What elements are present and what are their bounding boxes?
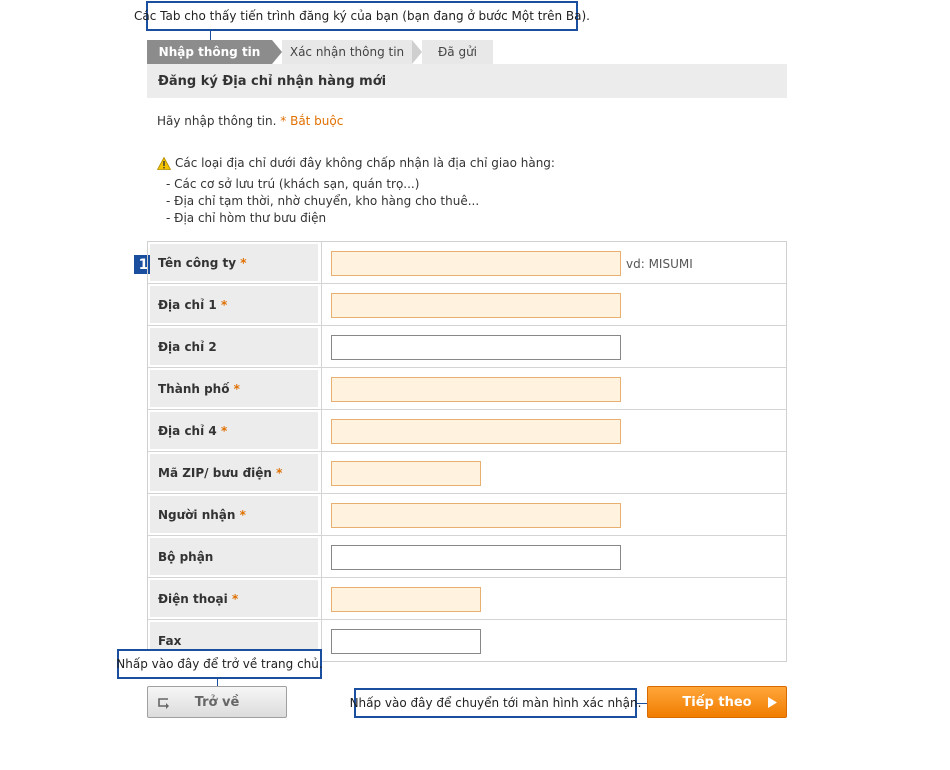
form-row-phone: Điện thoại *: [148, 578, 786, 620]
tabs-hint-callout: Các Tab cho thấy tiến trình đăng ký của …: [134, 1, 590, 31]
return-arrow-icon: [158, 698, 169, 709]
tabs-hint-text: Các Tab cho thấy tiến trình đăng ký của …: [134, 9, 590, 23]
row-divider: [321, 368, 322, 410]
fax-input[interactable]: [331, 629, 481, 654]
step-label: Nhập thông tin: [158, 45, 261, 59]
recipient-label: Người nhận *: [150, 496, 318, 533]
company-example-hint: vd: MISUMI: [626, 257, 693, 271]
row-divider: [321, 284, 322, 326]
row-divider: [321, 326, 322, 368]
address2-input[interactable]: [331, 335, 621, 360]
play-arrow-icon: [768, 697, 777, 708]
intro-text: Hãy nhập thông tin.: [157, 114, 277, 128]
recipient-input[interactable]: [331, 503, 621, 528]
step-arrow: [412, 40, 422, 64]
form-row-company: Tên công ty * vd: MISUMI: [148, 242, 786, 284]
next-hint-text: Nhấp vào đây để chuyển tới màn hình xác …: [349, 696, 642, 710]
step-confirm-info: Xác nhận thông tin: [282, 40, 412, 64]
page-title-text: Đăng ký Địa chỉ nhận hàng mới: [158, 73, 387, 89]
row-divider: [321, 494, 322, 536]
next-button-label: Tiếp theo: [682, 694, 752, 710]
row-divider: [321, 536, 322, 578]
page-title: Đăng ký Địa chỉ nhận hàng mới: [147, 64, 787, 98]
step-label: Đã gửi: [437, 45, 478, 59]
address4-input[interactable]: [331, 419, 621, 444]
address2-label: Địa chỉ 2: [150, 328, 318, 365]
address1-label: Địa chỉ 1 *: [150, 286, 318, 323]
step-sent: Đã gửi: [422, 40, 493, 64]
city-input[interactable]: [331, 377, 621, 402]
back-hint-callout: Nhấp vào đây để trở về trang chủ.: [116, 649, 323, 679]
form-row-address1: Địa chỉ 1 *: [148, 284, 786, 326]
form-row-address2: Địa chỉ 2: [148, 326, 786, 368]
department-label: Bộ phận: [150, 538, 318, 575]
intro-line: Hãy nhập thông tin. * Bắt buộc: [157, 114, 343, 128]
step-enter-info: Nhập thông tin: [147, 40, 272, 64]
notice-heading: Các loại địa chỉ dưới đây không chấp nhậ…: [175, 156, 555, 170]
required-note: * Bắt buộc: [280, 114, 344, 128]
city-label: Thành phố *: [150, 370, 318, 407]
form-row-city: Thành phố *: [148, 368, 786, 410]
phone-input[interactable]: [331, 587, 481, 612]
warning-icon: [157, 157, 171, 170]
address4-label: Địa chỉ 4 *: [150, 412, 318, 449]
notice-item: - Địa chỉ tạm thời, nhờ chuyển, kho hàng…: [166, 194, 480, 208]
zip-label: Mã ZIP/ bưu điện *: [150, 454, 318, 491]
company-name-input[interactable]: [331, 251, 621, 276]
step-label: Xác nhận thông tin: [289, 45, 405, 59]
address-notice: Các loại địa chỉ dưới đây không chấp nhậ…: [157, 155, 555, 227]
row-divider: [321, 452, 322, 494]
step-arrow: [272, 40, 282, 64]
row-divider: [321, 410, 322, 452]
next-hint-callout: Nhấp vào đây để chuyển tới màn hình xác …: [350, 688, 641, 718]
notice-item: - Địa chỉ hòm thư bưu điện: [166, 211, 327, 225]
notice-item: - Các cơ sở lưu trú (khách sạn, quán trọ…: [166, 177, 420, 191]
address-form: Tên công ty * vd: MISUMI Địa chỉ 1 * Địa…: [147, 241, 787, 662]
row-divider: [321, 578, 322, 620]
form-row-address4: Địa chỉ 4 *: [148, 410, 786, 452]
zip-code-input[interactable]: [331, 461, 481, 486]
back-button-label: Trở về: [194, 694, 240, 710]
next-button[interactable]: Tiếp theo: [647, 686, 787, 718]
row-divider: [321, 242, 322, 284]
department-input[interactable]: [331, 545, 621, 570]
form-row-recipient: Người nhận *: [148, 494, 786, 536]
form-row-zip: Mã ZIP/ bưu điện *: [148, 452, 786, 494]
phone-label: Điện thoại *: [150, 580, 318, 617]
address1-input[interactable]: [331, 293, 621, 318]
back-button[interactable]: Trở về: [147, 686, 287, 718]
form-row-department: Bộ phận: [148, 536, 786, 578]
back-hint-text: Nhấp vào đây để trở về trang chủ.: [116, 657, 323, 671]
company-label: Tên công ty *: [150, 244, 318, 281]
